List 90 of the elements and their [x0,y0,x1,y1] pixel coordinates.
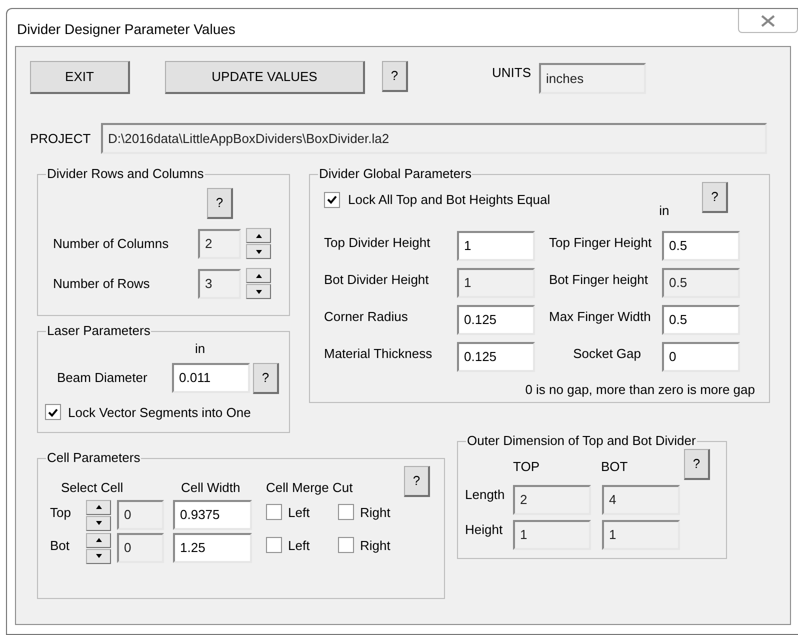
spin-up-button[interactable] [246,228,271,243]
group-title: Outer Dimension of Top and Bot Divider [466,433,697,449]
checkbox-label: Lock All Top and Bot Heights Equal [348,191,550,209]
label: in [195,340,206,358]
label: TOP [513,458,540,476]
spin-down-button[interactable] [246,284,271,299]
text-field[interactable]: 0.9375 [173,500,252,530]
label: Beam Diameter [57,369,148,388]
caret-up-icon [256,234,262,238]
text-field[interactable]: 0 [662,342,740,372]
close-button[interactable] [738,9,798,33]
exit-button[interactable]: EXIT [30,61,130,94]
label: 0 is no gap, more than zero is more gap [525,380,755,399]
label: Corner Radius [324,308,409,326]
label: BOT [601,458,629,476]
help-button[interactable]: ? [207,188,233,219]
checkbox[interactable] [338,504,354,520]
text-field[interactable]: 0.125 [457,304,535,334]
checkbox[interactable] [45,404,61,420]
text-field[interactable]: 3 [198,268,241,298]
label: Bot Finger height [548,270,650,289]
text-field[interactable]: 4 [602,485,680,515]
checkbox[interactable] [324,192,340,208]
spin-up-button[interactable] [246,268,271,283]
label: Top [50,504,72,522]
text-field[interactable]: 1 [602,520,680,550]
text-field[interactable]: 1.25 [173,532,252,562]
close-icon [761,14,775,26]
label: Height [465,521,504,539]
spin-down-button[interactable] [246,244,271,259]
text-field[interactable]: 2 [198,228,241,258]
label: Select Cell [61,479,124,497]
caret-down-icon [256,290,262,294]
text-field[interactable]: 0.5 [662,230,740,260]
spin-down-button[interactable] [86,516,111,530]
text-field[interactable]: 0.125 [457,342,535,372]
checkbox-label: Lock Vector Segments into One [68,404,251,422]
checkbox-label: Right [360,536,390,555]
label: Length [465,486,506,504]
checkmark-icon [327,195,337,204]
text-field[interactable]: D:\2016data\LittleAppBoxDividers\BoxDivider.la2 [101,123,767,154]
caret-down-icon [96,521,102,525]
label: Bot Divider Height [324,270,430,289]
caret-up-icon [96,538,102,542]
text-field[interactable]: 0 [117,532,164,562]
label: Socket Gap [572,344,642,363]
caret-up-icon [256,274,262,278]
help-button[interactable]: ? [702,182,728,213]
checkmark-icon [48,408,58,417]
label: Bot [50,536,71,554]
checkbox[interactable] [266,504,282,520]
group-title: Divider Rows and Columns [46,166,205,182]
text-field[interactable]: 1 [513,520,591,550]
checkbox-label: Left [288,504,310,522]
caret-down-icon [256,250,262,254]
text-field[interactable]: 0.011 [172,363,250,393]
group-title: Cell Parameters [46,450,142,466]
label: Cell Width [181,479,242,497]
label: in [659,202,670,220]
text-field[interactable]: 1 [457,230,535,260]
spin-up-button[interactable] [86,532,111,548]
spin-up-button[interactable] [86,500,111,514]
group-title: Divider Global Parameters [318,166,472,182]
label: PROJECT [30,130,92,148]
caret-up-icon [96,505,102,509]
label: UNITS [492,64,531,82]
help-button[interactable]: ? [382,61,408,92]
label: Top Finger Height [548,234,653,252]
caret-down-icon [96,554,102,558]
label: Cell Merge Cut [266,479,354,497]
window-title: Divider Designer Parameter Values [16,20,236,39]
text-field[interactable]: 0.5 [662,304,740,334]
label: Top Divider Height [324,234,432,252]
help-button[interactable]: ? [684,449,710,480]
text-field[interactable]: 2 [513,485,591,515]
checkbox[interactable] [338,537,354,554]
help-button[interactable]: ? [404,466,430,497]
help-button[interactable]: ? [253,362,279,394]
checkbox[interactable] [266,537,282,554]
label: Material Thickness [324,344,434,362]
label: Max Finger Width [548,308,652,326]
label: Number of Rows [53,274,151,293]
group-title: Laser Parameters [46,323,152,339]
checkbox-label: Right [360,504,390,522]
text-field[interactable]: 0 [117,500,164,530]
text-field[interactable]: inches [539,63,646,94]
checkbox-label: Left [288,536,310,554]
update-values-button[interactable]: UPDATE VALUES [165,61,365,94]
label: Number of Columns [53,234,170,253]
spin-down-button[interactable] [86,548,111,564]
